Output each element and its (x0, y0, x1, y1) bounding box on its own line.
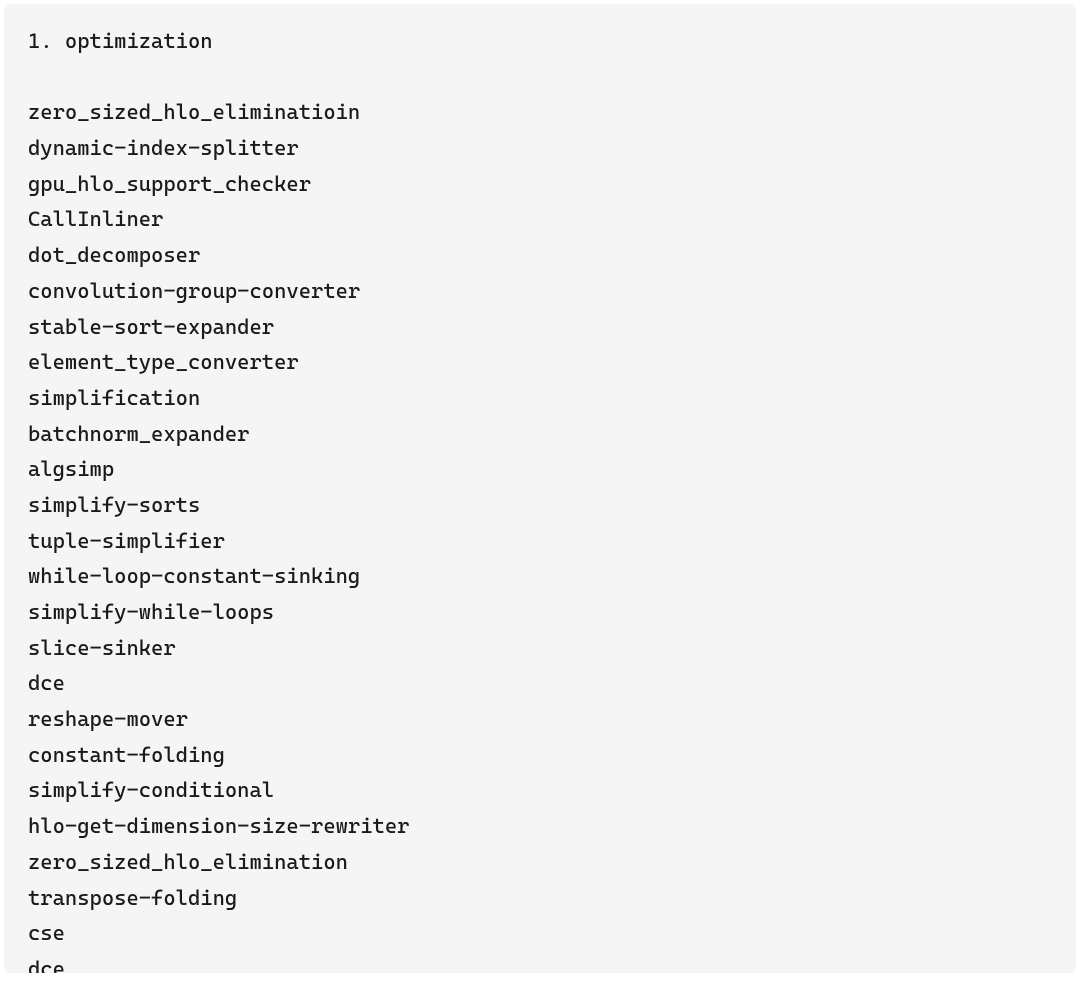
code-line: zero_sized_hlo_eliminatioin (28, 95, 1052, 131)
code-line: element_type_converter (28, 345, 1052, 381)
lines-container: zero_sized_hlo_eliminatioindynamic-index… (28, 95, 1052, 973)
code-line: batchnorm_expander (28, 417, 1052, 453)
code-line: simplify-sorts (28, 488, 1052, 524)
code-line: simplify-conditional (28, 773, 1052, 809)
code-line: simplify-while-loops (28, 595, 1052, 631)
code-line: constant-folding (28, 738, 1052, 774)
code-line: dce (28, 666, 1052, 702)
code-line: dce (28, 952, 1052, 973)
code-line: slice-sinker (28, 631, 1052, 667)
code-line: tuple-simplifier (28, 524, 1052, 560)
code-line: while-loop-constant-sinking (28, 559, 1052, 595)
code-line: transpose-folding (28, 881, 1052, 917)
code-line: dynamic-index-splitter (28, 131, 1052, 167)
code-block: 1. optimization zero_sized_hlo_eliminati… (4, 4, 1076, 973)
code-line: reshape-mover (28, 702, 1052, 738)
code-line: convolution-group-converter (28, 274, 1052, 310)
code-line: zero_sized_hlo_elimination (28, 845, 1052, 881)
code-line: CallInliner (28, 202, 1052, 238)
code-line: simplification (28, 381, 1052, 417)
code-line: gpu_hlo_support_checker (28, 167, 1052, 203)
code-line: hlo-get-dimension-size-rewriter (28, 809, 1052, 845)
code-line: cse (28, 916, 1052, 952)
code-line: dot_decomposer (28, 238, 1052, 274)
section-heading: 1. optimization (28, 24, 1052, 60)
code-line: stable-sort-expander (28, 310, 1052, 346)
code-line: algsimp (28, 452, 1052, 488)
